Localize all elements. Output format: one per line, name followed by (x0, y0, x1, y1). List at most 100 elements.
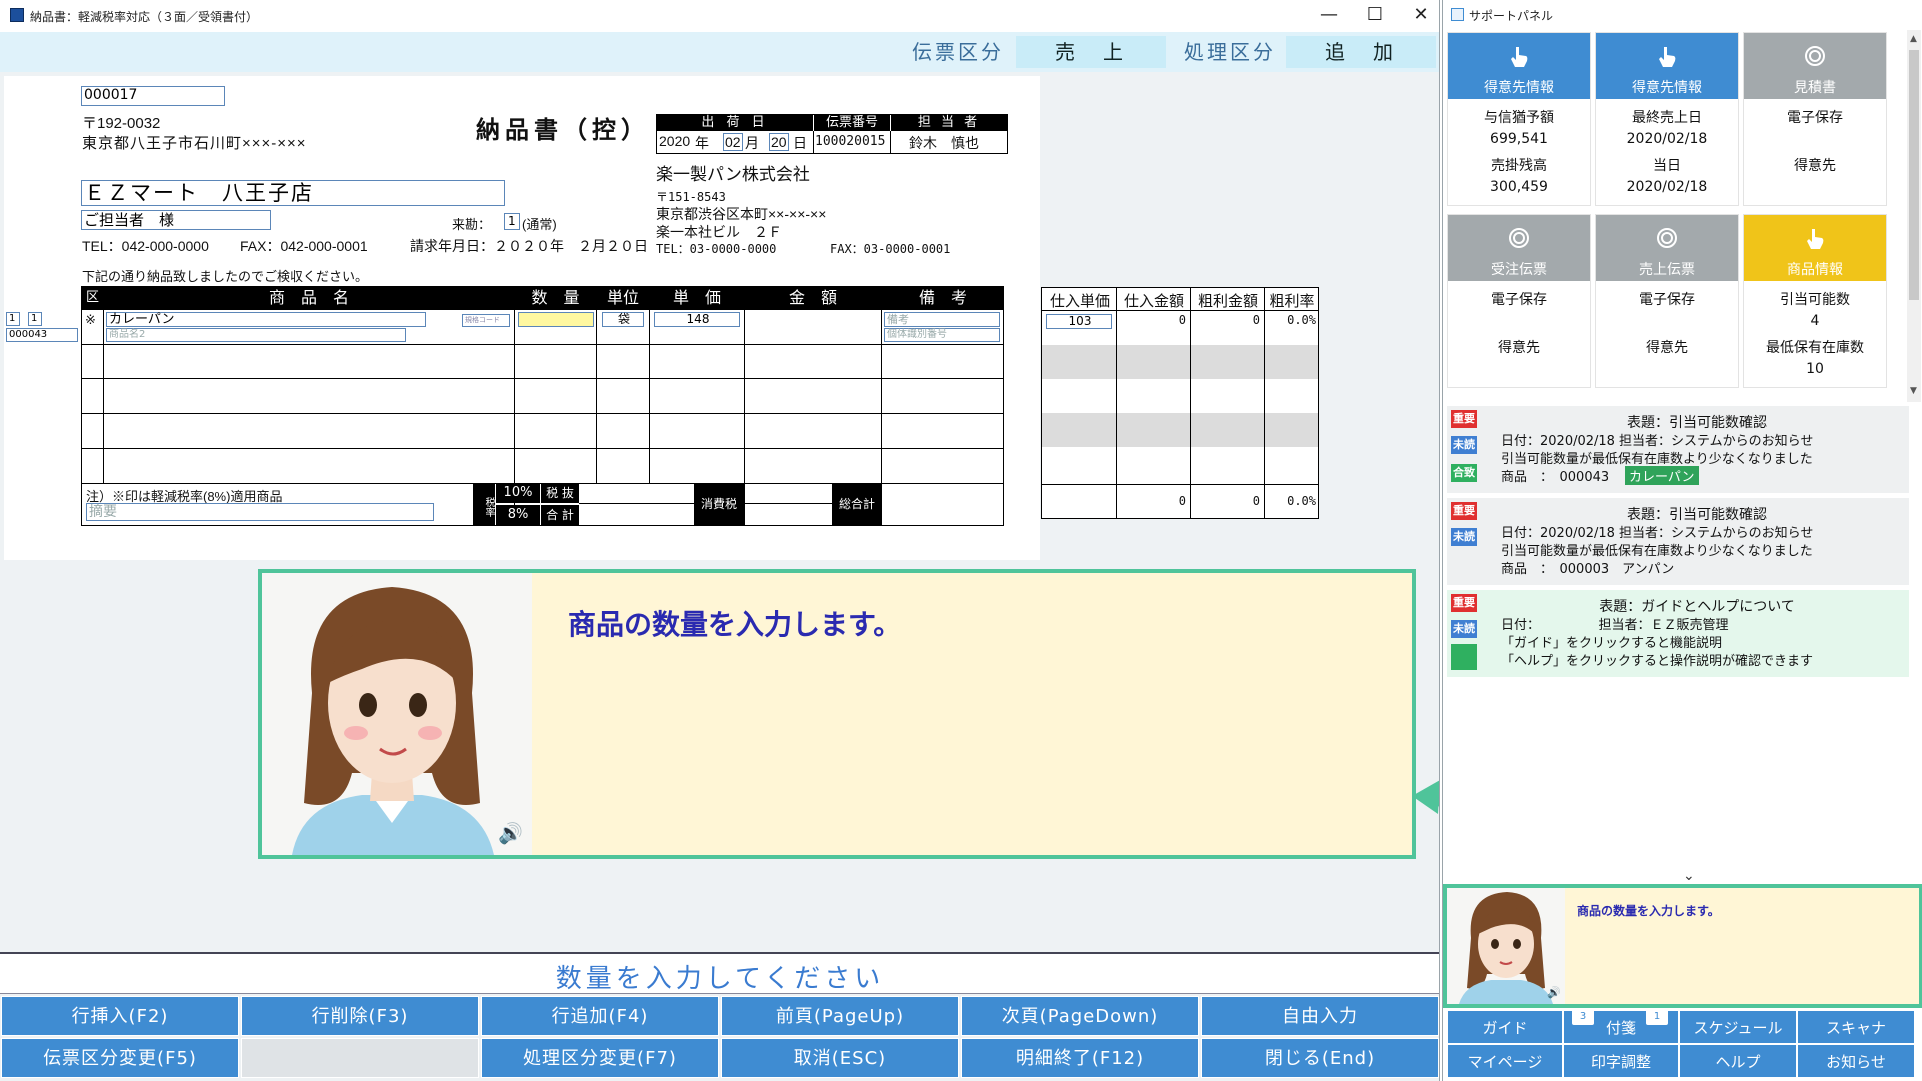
tile-order-slip[interactable]: 受注伝票 電子保存 得意先 (1447, 214, 1591, 388)
prev-page-button[interactable]: 前頁(PageUp) (721, 996, 959, 1036)
row1-rate: 0.0% (1287, 313, 1316, 327)
guide-arrow-icon (1412, 780, 1439, 814)
company-zip: 〒151-8543 (656, 190, 726, 204)
slip-type-value[interactable]: 売 上 (1016, 36, 1166, 68)
cancel-button[interactable]: 取消(ESC) (721, 1038, 959, 1078)
tile-line: 699,541 (1490, 131, 1548, 147)
notice-item[interactable]: 重要 未読 表題：引当可能数確認 日付：2020/02/18 担当者：システムか… (1447, 498, 1909, 586)
tile-line: 与信猶予額 (1484, 110, 1554, 126)
insert-row-button[interactable]: 行挿入(F2) (1, 996, 239, 1036)
tile-customer-info-2[interactable]: 得意先情報 最終売上日 2020/02/18 当日 2020/02/18 (1595, 32, 1739, 206)
staff-name[interactable]: 鈴木 慎也 (909, 133, 979, 153)
row1-price-field[interactable]: 148 (654, 312, 740, 327)
collapse-chevron-icon[interactable]: ⌄ (1683, 868, 1695, 884)
col-unit: 単位 (597, 287, 649, 309)
tile-line: 売掛残高 (1491, 158, 1547, 174)
visit-note: (通常) (522, 217, 557, 232)
scanner-button[interactable]: スキャナ (1797, 1010, 1915, 1044)
tile-label: 得意先情報 (1484, 80, 1554, 96)
match-tag: 合致 (1451, 464, 1477, 482)
notice-line: 商品 ： 000003 アンパン (1501, 562, 1675, 577)
close-window-button[interactable]: 閉じる(End) (1201, 1038, 1439, 1078)
tile-line: 得意先 (1794, 158, 1836, 174)
speaker-icon[interactable]: 🔊 (498, 821, 523, 845)
left-code-c[interactable]: 000043 (6, 328, 78, 342)
process-type-value[interactable]: 追 加 (1286, 36, 1436, 68)
left-code-b[interactable]: 1 (28, 312, 42, 326)
ship-day[interactable]: 20 (769, 133, 789, 151)
tile-product-info[interactable]: 商品情報 引当可能数 4 最低保有在庫数 10 (1743, 214, 1887, 388)
document-title: 納品書（控） (476, 117, 650, 144)
detail-end-button[interactable]: 明細終了(F12) (961, 1038, 1199, 1078)
fingerprint-icon (1657, 228, 1677, 248)
hand-pointer-icon (1511, 47, 1528, 67)
company-tel: TEL：03-0000-0000 (656, 242, 777, 256)
quantity-input[interactable] (518, 312, 594, 327)
process-type-label: 処理区分 (1184, 40, 1276, 64)
tile-sales-slip[interactable]: 売上伝票 電子保存 得意先 (1595, 214, 1739, 388)
col-profit-rate: 粗利率 (1269, 293, 1315, 310)
slip-type-change-button[interactable]: 伝票区分変更(F5) (1, 1038, 239, 1078)
notice-button[interactable]: お知らせ (1797, 1044, 1915, 1078)
tile-quotation[interactable]: 見積書 電子保存 得意先 (1743, 32, 1887, 206)
tile-line: 2020/02/18 (1626, 131, 1708, 147)
notice-line: 日付： 担当者：ＥＺ販売管理 (1501, 618, 1729, 633)
process-type-change-button[interactable]: 処理区分変更(F7) (481, 1038, 719, 1078)
memo-field[interactable]: 摘要 (86, 503, 434, 521)
row1-remark2-field[interactable]: 個体識別番号 (884, 328, 1000, 342)
row1-product-field[interactable]: カレーパン (106, 312, 426, 327)
schedule-button[interactable]: スケジュール (1679, 1010, 1797, 1044)
guide-button[interactable]: ガイド (1447, 1010, 1563, 1044)
delivery-note: 下記の通り納品致しましたのでご検収ください。 (82, 269, 369, 284)
print-adjust-button[interactable]: 印字調整 (1563, 1044, 1679, 1078)
notice-item[interactable]: 重要 未読 表題：ガイドとヘルプについて 日付： 担当者：ＥＺ販売管理 「ガイド… (1447, 590, 1909, 678)
row1-mark: ※ (85, 312, 96, 327)
row1-remark1-field[interactable]: 備考 (884, 312, 1000, 327)
sticky-note-button[interactable]: 3 付箋 1 (1563, 1009, 1679, 1044)
mypage-button[interactable]: マイページ (1447, 1044, 1563, 1078)
help-button[interactable]: ヘルプ (1679, 1044, 1797, 1078)
left-code-a[interactable]: 1 (6, 312, 20, 326)
guide-bubble: 🔊 商品の数量を入力します。 (258, 569, 1416, 859)
unread-tag: 未読 (1451, 620, 1477, 638)
ship-month[interactable]: 02 (723, 133, 743, 151)
mini-speaker-icon[interactable]: 🔊 (1547, 986, 1561, 999)
important-tag: 重要 (1451, 502, 1477, 520)
add-row-button[interactable]: 行追加(F4) (481, 996, 719, 1036)
notice-item[interactable]: 重要 未読 合致 表題：引当可能数確認 日付：2020/02/18 担当者：シス… (1447, 406, 1909, 494)
row1-product2-field[interactable]: 商品名2 (106, 328, 406, 342)
customer-name-field[interactable]: ＥＺマート 八王子店 (81, 180, 505, 206)
customer-fax: FAX：042-000-0001 (240, 238, 368, 254)
ship-year[interactable]: 2020 (659, 133, 690, 149)
row1-unit-field[interactable]: 袋 (602, 312, 644, 327)
tiles-scrollbar[interactable]: ▲ ▼ (1907, 30, 1921, 402)
close-button[interactable]: ✕ (1398, 0, 1439, 32)
delete-row-button[interactable]: 行削除(F3) (241, 996, 479, 1036)
tile-customer-info-1[interactable]: 得意先情報 与信猶予額 699,541 売掛残高 300,459 (1447, 32, 1591, 206)
minimize-button[interactable]: — (1306, 0, 1352, 32)
slip-no[interactable]: 100020015 (815, 134, 885, 149)
main-window: 納品書：軽減税率対応（３面／受領書付） — ☐ ✕ 伝票区分 売 上 処理区分 … (0, 0, 1440, 1081)
support-panel-title: サポートパネル (1469, 9, 1554, 23)
instruction-text: 数量を入力してください (555, 964, 885, 994)
notice-line: 商品 ： 000043 (1501, 470, 1610, 485)
tile-label: 受注伝票 (1491, 262, 1547, 278)
scrollbar-thumb[interactable] (1909, 50, 1919, 300)
spec-code-button[interactable]: 規格コード (462, 314, 510, 327)
contact-field[interactable]: ご担当者 様 (81, 210, 271, 230)
tile-header: 得意先情報 (1596, 33, 1738, 99)
maximize-button[interactable]: ☐ (1352, 0, 1398, 32)
visit-field[interactable]: 1 (504, 213, 520, 230)
tile-header: 商品情報 (1744, 215, 1886, 281)
next-page-button[interactable]: 次頁(PageDown) (961, 996, 1199, 1036)
total-sub-label: 合 計 (541, 505, 579, 525)
tile-line: 2020/02/18 (1626, 179, 1708, 195)
customer-code-field[interactable]: 000017 (81, 86, 225, 106)
customer-zip: 〒192-0032 (82, 115, 161, 132)
unread-tag: 未読 (1451, 528, 1477, 546)
notice-title: 表題：引当可能数確認 (1627, 507, 1767, 523)
row1-cost-price[interactable]: 103 (1046, 314, 1112, 329)
customer-address: 東京都八王子市石川町×××-××× (82, 135, 307, 152)
tile-label: 売上伝票 (1639, 262, 1695, 278)
free-input-button[interactable]: 自由入力 (1201, 996, 1439, 1036)
